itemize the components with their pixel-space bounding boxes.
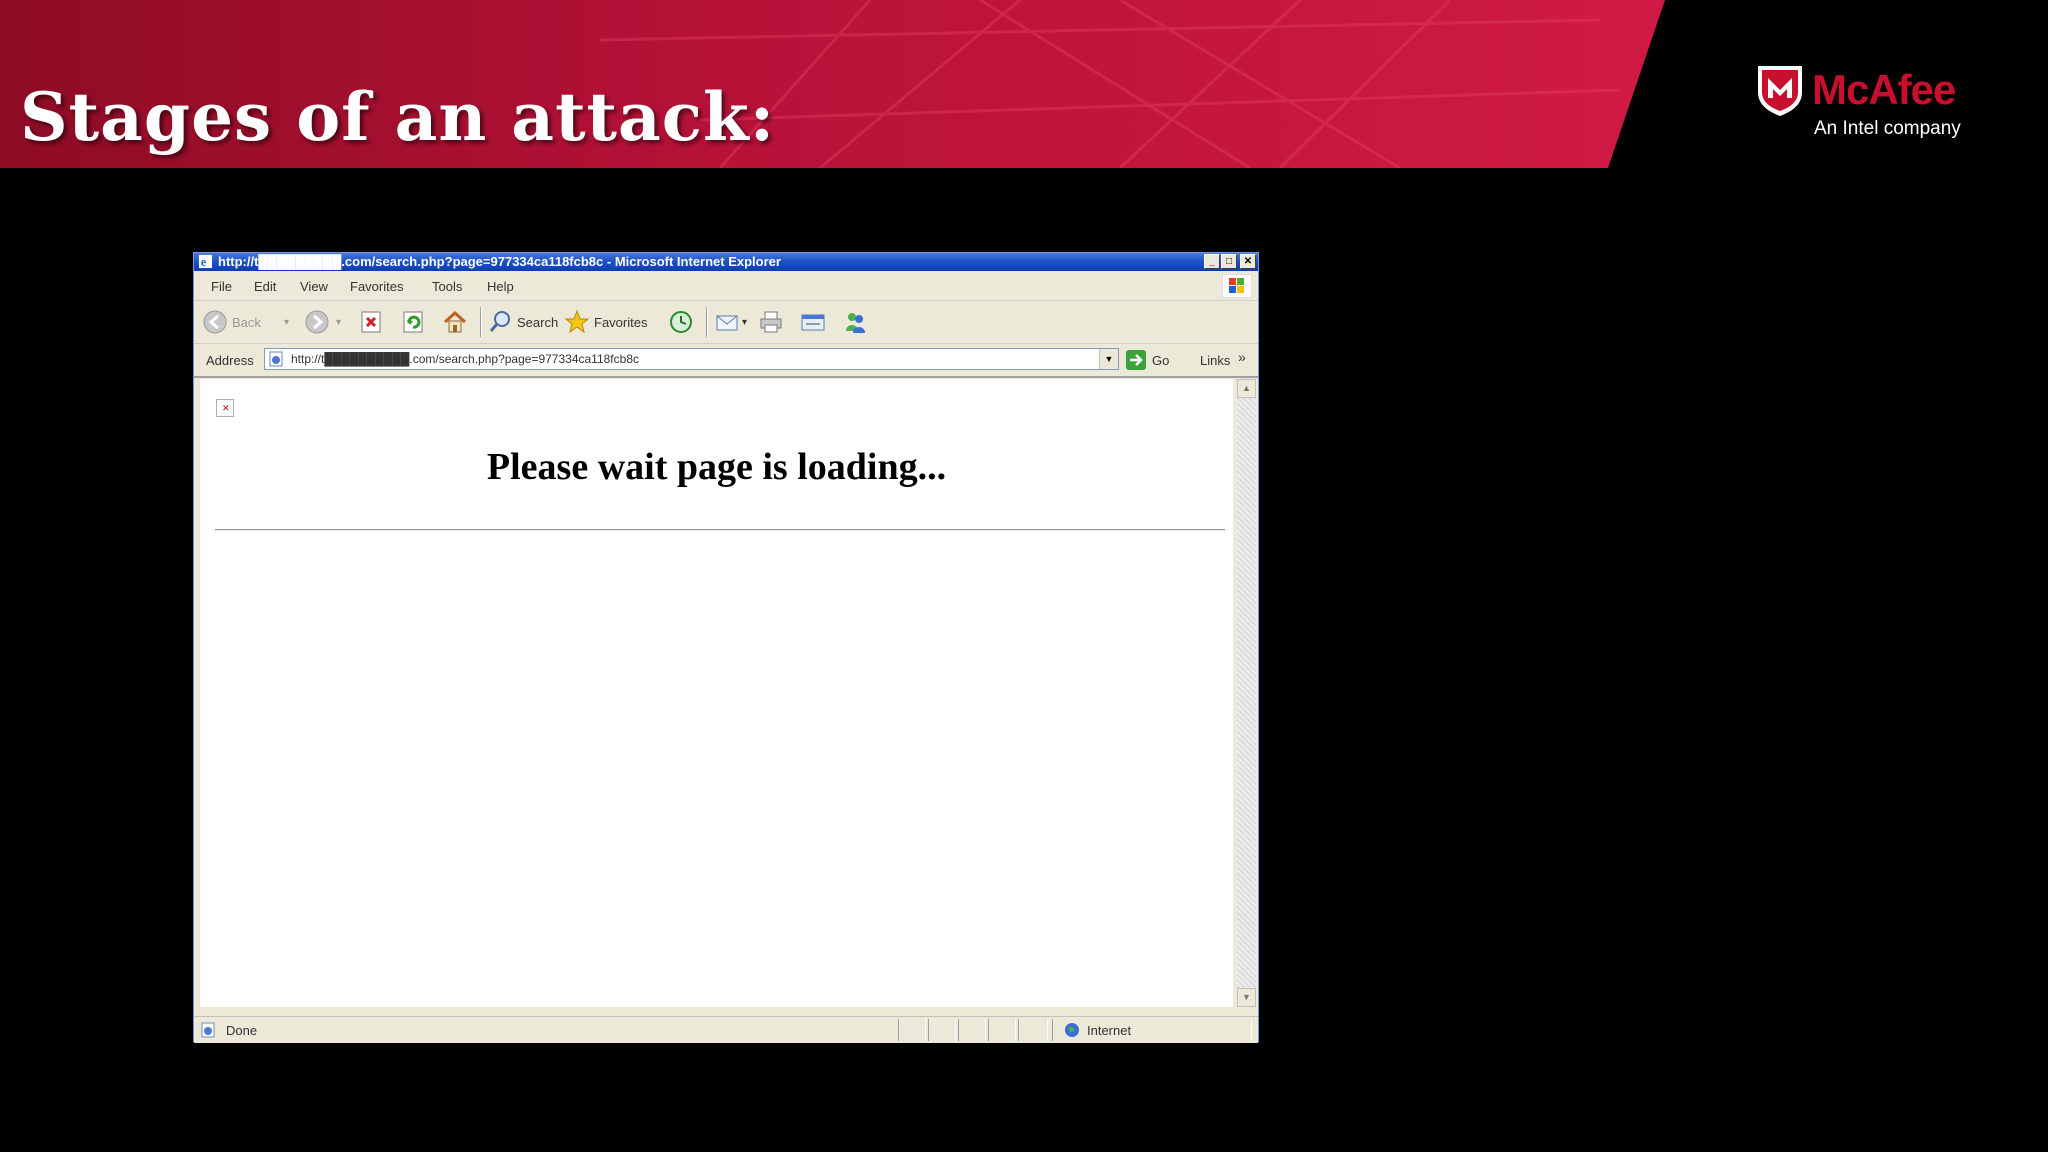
scroll-up-icon[interactable]: ▲ [1237,379,1256,398]
back-button-label[interactable]: Back [232,315,261,330]
minimize-button[interactable]: _ [1204,254,1220,269]
zone-label: Internet [1087,1023,1132,1038]
maximize-button[interactable]: □ [1221,254,1237,269]
menu-view[interactable]: View [300,279,328,294]
status-cell [898,1019,926,1041]
page-icon [269,351,283,367]
mcafee-logo: McAfee An Intel company [1754,62,1974,142]
status-text: Done [226,1023,258,1038]
globe-icon [1065,1023,1079,1037]
status-cell [928,1019,956,1041]
status-cell [1018,1019,1048,1041]
vertical-scrollbar[interactable]: ▲ ▼ [1237,379,1256,1007]
go-button[interactable]: Go [1152,353,1169,368]
menu-file[interactable]: File [211,279,232,294]
address-dropdown-icon[interactable]: ▼ [1099,349,1118,369]
menu-edit[interactable]: Edit [254,279,276,294]
loading-heading: Please wait page is loading... [486,446,947,488]
menu-tools[interactable]: Tools [432,279,462,294]
stop-icon[interactable] [358,309,384,335]
status-bar: Done Internet [194,1016,1258,1043]
page-content: ✕ Please wait page is loading... [200,379,1233,1007]
horizontal-rule [215,529,1225,531]
links-more-icon[interactable]: » [1238,349,1246,365]
status-cell [988,1019,1016,1041]
menu-help[interactable]: Help [487,279,514,294]
toolbar-separator [706,307,708,337]
forward-arrow-icon[interactable] [304,309,330,335]
messenger-icon[interactable] [842,309,868,335]
home-icon[interactable] [442,309,468,335]
mail-icon[interactable] [714,309,740,335]
logo-tagline: An Intel company [1814,118,1961,139]
scroll-down-icon[interactable]: ▼ [1237,988,1256,1007]
menu-bar: File Edit View Favorites Tools Help [194,272,1258,301]
toolbar-separator [480,307,482,337]
address-label: Address [206,353,254,368]
status-zone-cell [1052,1019,1252,1041]
status-cell [958,1019,986,1041]
shield-icon [1758,66,1802,116]
refresh-icon[interactable] [400,309,426,335]
title-bar[interactable]: e http://t█████████.com/search.php?page=… [194,253,1258,271]
address-input[interactable]: http://t██████████.com/search.php?page=9… [264,348,1119,370]
browser-window: e http://t█████████.com/search.php?page=… [193,252,1259,1043]
svg-text:e: e [201,255,207,269]
close-button[interactable]: ✕ [1240,254,1256,269]
search-icon[interactable] [488,309,514,335]
history-icon[interactable] [668,309,694,335]
slide-title: Stages of an attack: [20,78,776,156]
page-status-icon [201,1022,215,1038]
toolbar: Back ▾ ▾ Search Favorites ▾ [194,301,1258,344]
go-arrow-icon[interactable] [1126,350,1146,370]
print-icon[interactable] [758,309,784,335]
search-button-label[interactable]: Search [517,315,558,330]
mail-dropdown-icon[interactable]: ▾ [742,317,747,328]
back-arrow-icon[interactable] [202,309,228,335]
edit-page-icon[interactable] [800,309,826,335]
windows-logo-icon [1222,274,1252,298]
window-title: http://t█████████.com/search.php?page=97… [218,254,781,269]
logo-name: McAfee [1812,66,1956,113]
ie-icon: e [198,254,213,269]
forward-dropdown-icon[interactable]: ▾ [336,317,341,328]
back-dropdown-icon[interactable]: ▾ [284,317,289,328]
broken-image-icon: ✕ [216,399,234,417]
favorites-button-label[interactable]: Favorites [594,315,647,330]
favorites-star-icon[interactable] [564,309,590,335]
address-bar: Address http://t██████████.com/search.ph… [194,344,1258,378]
menu-favorites[interactable]: Favorites [350,279,403,294]
address-url: http://t██████████.com/search.php?page=9… [291,352,639,366]
links-button[interactable]: Links [1200,353,1230,368]
